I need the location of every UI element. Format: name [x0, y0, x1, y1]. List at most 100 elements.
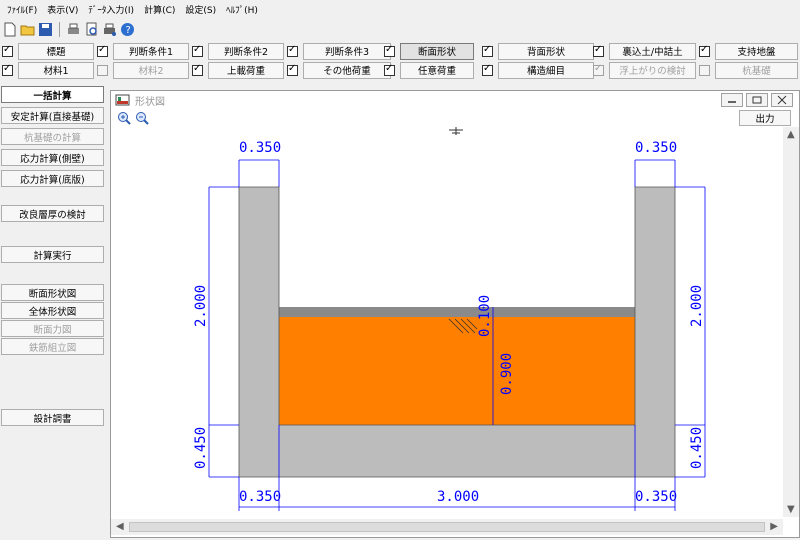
opt-judge1-checkbox[interactable]	[97, 44, 108, 57]
dim-bottom-right: 0.350	[635, 489, 677, 505]
opt-uplift-button: 浮上がりの検討	[609, 61, 696, 79]
section-view-button[interactable]: 断面形状図	[1, 284, 104, 301]
vertical-scrollbar[interactable]: ▲ ▼	[783, 127, 799, 517]
minimize-button[interactable]	[721, 93, 743, 107]
restore-button[interactable]	[746, 93, 768, 107]
print-icon[interactable]	[66, 22, 81, 37]
opt-judge2-button[interactable]: 判断条件2	[208, 42, 284, 60]
opt-title-checkbox[interactable]	[2, 44, 13, 57]
dim-top-left: 0.350	[239, 140, 281, 156]
opt-other-load: その他荷重	[287, 61, 391, 79]
zoom-in-icon[interactable]	[117, 111, 131, 128]
stress-slab-button[interactable]: 応力計算(底版)	[1, 170, 104, 187]
shape-window-titlebar: 形状図	[111, 91, 799, 109]
dim-bottom-center: 3.000	[437, 489, 479, 505]
opt-back-shape-checkbox[interactable]	[482, 44, 493, 57]
dim-right-height: 2.000	[689, 285, 705, 327]
opt-judge1-button[interactable]: 判断条件1	[113, 42, 189, 60]
output-options: 標題 判断条件1 判断条件2 判断条件3 断面形状 背面形状 裏込土/中詰土 支…	[0, 40, 800, 80]
opt-surcharge-checkbox[interactable]	[192, 63, 203, 76]
opt-structural-detail-button[interactable]: 構造細目	[498, 61, 594, 79]
opt-back-shape-button[interactable]: 背面形状	[498, 42, 594, 60]
zoom-toolbar: 出力	[111, 110, 799, 126]
horizontal-scroll-thumb[interactable]	[129, 522, 765, 532]
shape-window: 形状図 出力 0.350 0.350 2.000 2.000 0.450 0.4…	[110, 90, 800, 538]
opt-arbitrary-load-checkbox[interactable]	[384, 63, 395, 76]
opt-judge1: 判断条件1	[97, 42, 189, 60]
zoom-out-icon[interactable]	[135, 111, 149, 128]
opt-judge3: 判断条件3	[287, 42, 391, 60]
full-view-button[interactable]: 全体形状図	[1, 302, 104, 319]
opt-material1-checkbox[interactable]	[2, 63, 13, 76]
opt-surcharge-button[interactable]: 上載荷重	[208, 61, 284, 79]
opt-material2: 材料2	[97, 61, 189, 79]
shape-window-title: 形状図	[135, 96, 165, 108]
menu-view[interactable]: 表示(V)	[42, 3, 83, 16]
toolbar: ?	[0, 20, 135, 38]
menu-settings[interactable]: 設定(S)	[180, 3, 221, 16]
opt-judge3-checkbox[interactable]	[287, 44, 298, 57]
structure	[238, 127, 676, 478]
opt-structural-detail-checkbox[interactable]	[482, 63, 493, 76]
opt-material2-button: 材料2	[113, 61, 189, 79]
scroll-left-icon[interactable]: ◀	[116, 521, 124, 532]
opt-judge2-checkbox[interactable]	[192, 44, 203, 57]
dim-pavement: 0.100	[477, 295, 493, 337]
dim-left-bottom: 0.450	[193, 427, 209, 469]
menu-file[interactable]: ﾌｧｲﾙ(F)	[2, 3, 42, 16]
pavement-layer	[279, 307, 635, 317]
stress-wall-button[interactable]: 応力計算(側壁)	[1, 149, 104, 166]
toolbar-separator	[59, 21, 60, 37]
center-marker	[449, 127, 463, 135]
open-folder-icon[interactable]	[20, 22, 35, 37]
dim-bottom-left: 0.350	[239, 489, 281, 505]
opt-judge3-button[interactable]: 判断条件3	[303, 42, 391, 60]
menu-bar: ﾌｧｲﾙ(F) 表示(V) ﾃﾞｰﾀ入力(I) 計算(C) 設定(S) ﾍﾙﾌﾟ…	[0, 0, 800, 18]
printer-setup-icon[interactable]	[102, 22, 117, 37]
scroll-up-icon[interactable]: ▲	[787, 129, 795, 140]
opt-support-ground-checkbox[interactable]	[699, 44, 710, 57]
save-icon[interactable]	[38, 22, 53, 37]
dim-left-height: 2.000	[193, 285, 209, 327]
stability-direct-button[interactable]: 安定計算(直接基礎)	[1, 107, 104, 124]
new-file-icon[interactable]	[2, 22, 17, 37]
opt-support-ground-button[interactable]: 支持地盤	[715, 42, 798, 60]
scroll-down-icon[interactable]: ▼	[787, 504, 795, 515]
opt-structural-detail: 構造細目	[482, 61, 594, 79]
opt-arbitrary-load: 任意荷重	[384, 61, 474, 79]
fill-soil	[279, 317, 635, 425]
opt-section-shape-button[interactable]: 断面形状	[400, 42, 474, 60]
menu-calc[interactable]: 計算(C)	[139, 3, 180, 16]
help-icon[interactable]: ?	[120, 22, 135, 37]
design-report-button[interactable]: 設計調書	[1, 409, 104, 426]
opt-title: 標題	[2, 42, 94, 60]
output-button[interactable]: 出力	[739, 110, 791, 126]
opt-backfill: 裏込土/中詰土	[593, 42, 696, 60]
dim-top-right: 0.350	[635, 140, 677, 156]
opt-other-load-checkbox[interactable]	[287, 63, 298, 76]
dim-fill-depth: 0.900	[499, 353, 515, 395]
menu-data-input[interactable]: ﾃﾞｰﾀ入力(I)	[83, 3, 139, 16]
opt-arbitrary-load-button[interactable]: 任意荷重	[400, 61, 474, 79]
opt-title-button[interactable]: 標題	[18, 42, 94, 60]
close-button[interactable]	[771, 93, 793, 107]
dim-right-bottom: 0.450	[689, 427, 705, 469]
calc-all-button[interactable]: 一括計算	[1, 86, 104, 103]
menu-help[interactable]: ﾍﾙﾌﾟ(H)	[221, 3, 263, 16]
horizontal-scrollbar[interactable]: ◀ ▶	[111, 519, 783, 535]
improved-layer-button[interactable]: 改良層厚の検討	[1, 205, 104, 222]
opt-pile-foundation: 杭基礎	[699, 61, 798, 79]
opt-pile-foundation-button: 杭基礎	[715, 61, 798, 79]
print-preview-icon[interactable]	[84, 22, 99, 37]
scroll-right-icon[interactable]: ▶	[770, 521, 778, 532]
opt-other-load-button[interactable]: その他荷重	[303, 61, 391, 79]
opt-material2-checkbox	[97, 64, 108, 76]
drawing-canvas: 0.350 0.350 2.000 2.000 0.450 0.450 0.35…	[111, 127, 783, 517]
opt-support-ground: 支持地盤	[699, 42, 798, 60]
opt-section-shape-checkbox[interactable]	[384, 44, 395, 57]
opt-backfill-checkbox[interactable]	[593, 44, 604, 57]
run-calc-button[interactable]: 計算実行	[1, 246, 104, 263]
opt-material1-button[interactable]: 材料1	[18, 61, 94, 79]
opt-backfill-button[interactable]: 裏込土/中詰土	[609, 42, 696, 60]
opt-judge2: 判断条件2	[192, 42, 284, 60]
